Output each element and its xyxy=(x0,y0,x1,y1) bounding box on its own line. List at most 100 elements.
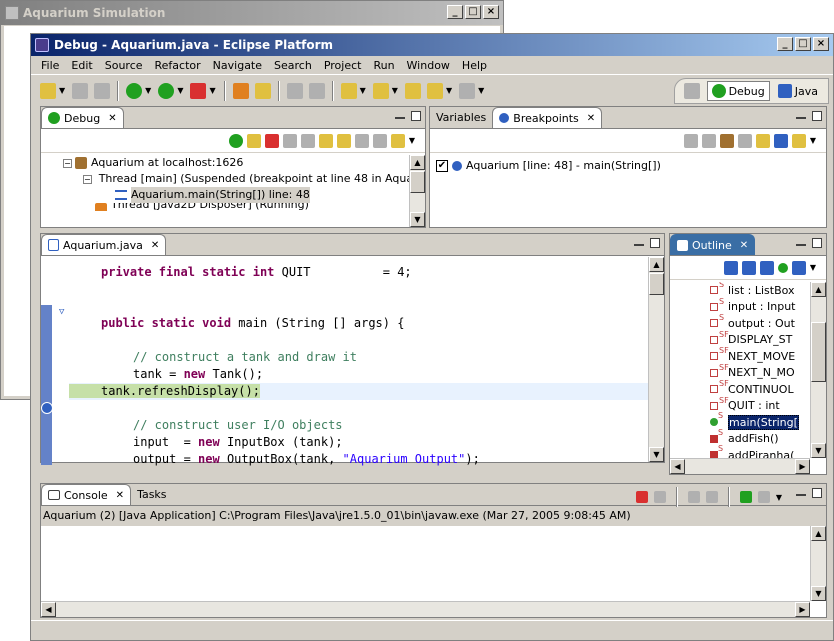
hide-static-icon[interactable] xyxy=(759,260,774,275)
disconnect-icon[interactable] xyxy=(282,133,297,148)
minimize-view-icon[interactable] xyxy=(395,117,405,120)
tree-row-frame[interactable]: Aquarium.main(String[]) line: 48 xyxy=(63,187,409,203)
tab-aquarium-java[interactable]: Aquarium.java ✕ xyxy=(41,234,167,255)
open-type-icon[interactable] xyxy=(232,82,249,99)
tab-console[interactable]: Console ✕ xyxy=(41,484,132,505)
display-console-icon[interactable] xyxy=(757,491,770,503)
outline-item[interactable]: SF DISPLAY_ST xyxy=(670,330,810,349)
chevron-down-icon[interactable]: ▼ xyxy=(145,86,151,95)
scroll-down-icon[interactable]: ▼ xyxy=(811,443,826,458)
outline-vscroll[interactable]: ▲ ▼ xyxy=(810,282,826,458)
console-hscroll[interactable]: ◀ ▶ xyxy=(41,601,810,617)
chevron-down-icon[interactable]: ▼ xyxy=(392,86,398,95)
remove-terminated-icon[interactable] xyxy=(300,133,315,148)
save-icon[interactable] xyxy=(72,82,89,99)
pin-console-icon[interactable] xyxy=(739,491,752,503)
hide-fields-icon[interactable] xyxy=(741,260,756,275)
view-menu-icon[interactable]: ▼ xyxy=(409,136,415,145)
minimize-view-icon[interactable] xyxy=(796,244,806,247)
last-edit-icon[interactable] xyxy=(404,82,421,99)
step-over-icon[interactable] xyxy=(336,133,351,148)
scroll-up-icon[interactable]: ▲ xyxy=(811,282,826,297)
skip-breakpoints-icon[interactable] xyxy=(773,133,788,148)
tab-outline[interactable]: Outline ✕ xyxy=(670,234,756,255)
print-icon[interactable] xyxy=(94,82,111,99)
maximize-view-icon[interactable] xyxy=(812,488,822,498)
minimize-button[interactable]: _ xyxy=(777,37,793,51)
scroll-thumb[interactable] xyxy=(811,322,826,382)
breakpoint-entry[interactable]: ✔ Aquarium [line: 48] - main(String[]) xyxy=(436,159,661,172)
scroll-down-icon[interactable]: ▼ xyxy=(410,212,425,227)
hide-local-types-icon[interactable] xyxy=(791,260,806,275)
hide-non-public-icon[interactable] xyxy=(777,262,788,273)
terminate-icon[interactable] xyxy=(264,133,279,148)
console-output[interactable] xyxy=(41,526,810,601)
exception-breakpoint-icon[interactable] xyxy=(791,133,806,148)
link-icon[interactable] xyxy=(755,133,770,148)
breakpoint-checkbox[interactable]: ✔ xyxy=(436,159,448,172)
drop-to-frame-icon[interactable] xyxy=(372,133,387,148)
scroll-lock-icon[interactable] xyxy=(687,491,700,503)
maximize-view-icon[interactable] xyxy=(650,238,660,248)
step-return-icon[interactable] xyxy=(354,133,369,148)
outline-item[interactable]: Soutput : Out xyxy=(670,313,810,332)
outline-item-selected[interactable]: Smain(String[ xyxy=(670,411,810,431)
menu-edit[interactable]: Edit xyxy=(65,59,98,72)
tab-variables[interactable]: Variables xyxy=(430,107,492,128)
view-menu-icon[interactable]: ▼ xyxy=(810,263,816,272)
tab-debug[interactable]: Debug ✕ xyxy=(41,107,124,128)
step-filters-icon[interactable] xyxy=(390,133,405,148)
maximize-view-icon[interactable] xyxy=(411,111,421,121)
search-icon[interactable] xyxy=(254,82,271,99)
remove-all-breakpoints-icon[interactable] xyxy=(701,133,716,148)
menu-source[interactable]: Source xyxy=(99,59,149,72)
outline-item[interactable]: SaddPiranha( xyxy=(670,444,810,458)
new-icon[interactable] xyxy=(40,82,56,99)
bg-title-bar[interactable]: Aquarium Simulation _ □ × xyxy=(1,1,503,25)
scroll-left-icon[interactable]: ◀ xyxy=(670,459,685,474)
scroll-down-icon[interactable]: ▼ xyxy=(649,447,664,462)
fold-icon[interactable]: ▽ xyxy=(59,307,64,317)
outline-hscroll[interactable]: ◀ ▶ xyxy=(670,458,810,474)
close-icon[interactable]: ✕ xyxy=(740,240,748,251)
tree-row-thread-java2d[interactable]: Thread [Java2D Disposer] (Running) xyxy=(63,203,409,211)
suspend-icon[interactable] xyxy=(246,133,261,148)
show-supported-icon[interactable] xyxy=(719,133,734,148)
clear-console-icon[interactable] xyxy=(705,491,718,503)
outline-item[interactable]: Sinput : Input xyxy=(670,297,810,316)
menu-window[interactable]: Window xyxy=(401,59,456,72)
console-vscroll[interactable]: ▲ ▼ xyxy=(810,526,826,601)
remove-launch-icon[interactable] xyxy=(653,491,666,503)
outline-item[interactable]: SF QUIT : int xyxy=(670,396,810,415)
scroll-right-icon[interactable]: ▶ xyxy=(795,602,810,617)
external-tools-icon[interactable] xyxy=(190,82,207,99)
scroll-up-icon[interactable]: ▲ xyxy=(410,155,425,170)
menu-refactor[interactable]: Refactor xyxy=(149,59,207,72)
collapse-icon[interactable]: − xyxy=(83,174,92,184)
show-source-icon[interactable] xyxy=(308,82,325,99)
outline-item[interactable]: SF NEXT_N_MO xyxy=(670,363,810,382)
outline-item[interactable]: Slist : ListBox xyxy=(670,282,810,299)
collapse-icon[interactable]: − xyxy=(63,158,72,168)
outline-item[interactable]: SF NEXT_MOVE xyxy=(670,346,810,365)
tree-row-thread-main[interactable]: − Thread [main] (Suspended (breakpoint a… xyxy=(63,171,409,187)
scroll-left-icon[interactable]: ◀ xyxy=(41,602,56,617)
run-icon[interactable] xyxy=(158,82,175,99)
menu-search[interactable]: Search xyxy=(268,59,318,72)
scroll-up-icon[interactable]: ▲ xyxy=(649,257,664,272)
resume-icon[interactable] xyxy=(228,133,243,148)
forward-icon[interactable] xyxy=(459,82,476,99)
outline-item[interactable]: SaddFish() xyxy=(670,428,810,448)
chevron-down-icon[interactable]: ▼ xyxy=(446,86,452,95)
back-icon[interactable] xyxy=(426,82,443,99)
sort-icon[interactable] xyxy=(723,260,738,275)
scroll-right-icon[interactable]: ▶ xyxy=(795,459,810,474)
menu-file[interactable]: File xyxy=(35,59,65,72)
code-area[interactable]: ▽ private final static int QUIT = 4; pub… xyxy=(41,257,648,466)
chevron-down-icon[interactable]: ▼ xyxy=(209,86,215,95)
step-into-icon[interactable] xyxy=(318,133,333,148)
prev-annotation-icon[interactable] xyxy=(372,82,389,99)
bg-maximize-button[interactable]: □ xyxy=(465,5,481,19)
minimize-view-icon[interactable] xyxy=(796,117,806,120)
chevron-down-icon[interactable]: ▼ xyxy=(360,86,366,95)
